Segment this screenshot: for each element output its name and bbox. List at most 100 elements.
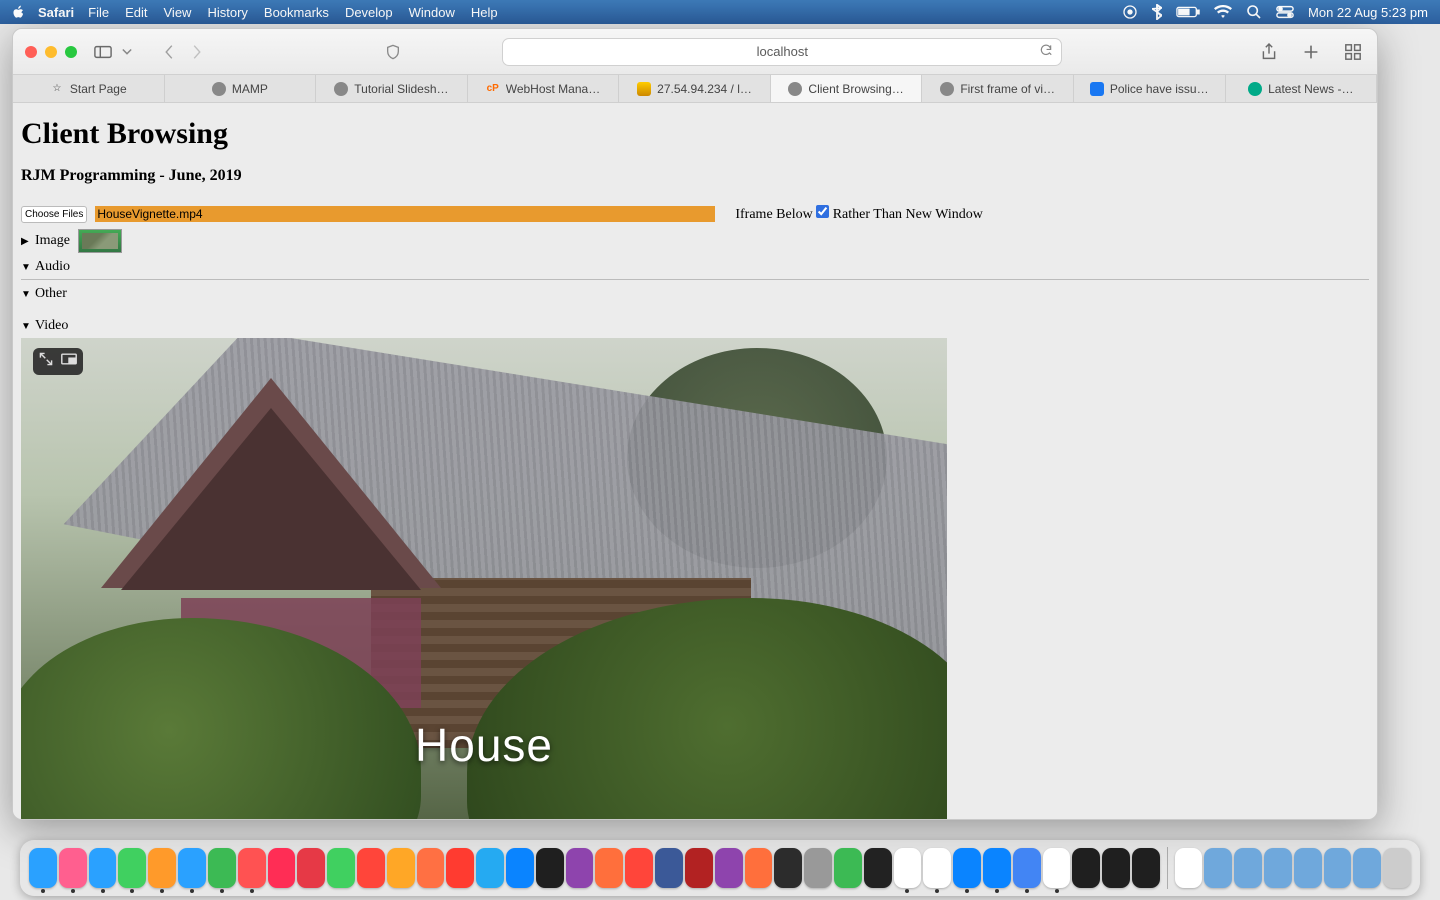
details-audio[interactable]: Audio bbox=[21, 259, 1369, 275]
tab-mamp[interactable]: MAMP bbox=[165, 75, 317, 102]
dock-app-9[interactable] bbox=[297, 848, 325, 888]
dock-app-17[interactable] bbox=[536, 848, 564, 888]
dock-app-10[interactable] bbox=[327, 848, 355, 888]
tab-groups-chevron-icon[interactable] bbox=[115, 40, 139, 64]
dock-app-41[interactable] bbox=[1234, 848, 1262, 888]
dock-app-2[interactable] bbox=[89, 848, 117, 888]
menu-bookmarks[interactable]: Bookmarks bbox=[264, 5, 329, 20]
reload-icon[interactable] bbox=[1039, 43, 1053, 60]
tab-phpmyadmin[interactable]: 27.54.94.234 / l… bbox=[619, 75, 771, 102]
dock-app-30[interactable] bbox=[923, 848, 951, 888]
dock-app-27[interactable] bbox=[834, 848, 862, 888]
tab-webhost[interactable]: cPWebHost Mana… bbox=[468, 75, 620, 102]
dock-app-22[interactable] bbox=[685, 848, 713, 888]
iframe-label-suffix: Rather Than New Window bbox=[829, 207, 983, 222]
dock-app-8[interactable] bbox=[268, 848, 296, 888]
tab-start-page[interactable]: ☆Start Page bbox=[13, 75, 165, 102]
facebook-icon bbox=[1090, 82, 1104, 96]
new-tab-icon[interactable] bbox=[1299, 40, 1323, 64]
dock-app-33[interactable] bbox=[1013, 848, 1041, 888]
app-name[interactable]: Safari bbox=[38, 5, 74, 20]
tab-first-frame[interactable]: First frame of vi… bbox=[922, 75, 1074, 102]
dock-app-28[interactable] bbox=[864, 848, 892, 888]
dock-app-16[interactable] bbox=[506, 848, 534, 888]
dock-app-37[interactable] bbox=[1132, 848, 1160, 888]
dock-app-40[interactable] bbox=[1204, 848, 1232, 888]
dock-app-36[interactable] bbox=[1102, 848, 1130, 888]
dock-app-7[interactable] bbox=[238, 848, 266, 888]
details-other[interactable]: Other bbox=[21, 286, 1369, 302]
dock-app-18[interactable] bbox=[566, 848, 594, 888]
dock-app-4[interactable] bbox=[148, 848, 176, 888]
zoom-window-button[interactable] bbox=[65, 46, 77, 58]
choose-files-button[interactable]: Choose Files bbox=[21, 206, 87, 223]
dock-app-15[interactable] bbox=[476, 848, 504, 888]
dock-app-31[interactable] bbox=[953, 848, 981, 888]
expand-icon[interactable] bbox=[39, 352, 53, 371]
minimize-window-button[interactable] bbox=[45, 46, 57, 58]
dock-app-20[interactable] bbox=[625, 848, 653, 888]
details-video[interactable]: Video bbox=[21, 318, 1369, 334]
menu-window[interactable]: Window bbox=[409, 5, 455, 20]
spotlight-icon[interactable] bbox=[1246, 4, 1262, 20]
control-center-icon[interactable] bbox=[1276, 5, 1294, 19]
dock-app-13[interactable] bbox=[417, 848, 445, 888]
dock-app-3[interactable] bbox=[118, 848, 146, 888]
tab-tutorial[interactable]: Tutorial Slidesh… bbox=[316, 75, 468, 102]
battery-icon[interactable] bbox=[1176, 6, 1200, 18]
dock-app-39[interactable] bbox=[1175, 848, 1203, 888]
video-player[interactable]: House 0:16 0:16 bbox=[21, 338, 947, 819]
dock-app-11[interactable] bbox=[357, 848, 385, 888]
dock-app-34[interactable] bbox=[1043, 848, 1071, 888]
globe-icon bbox=[788, 82, 802, 96]
forward-button[interactable] bbox=[185, 40, 209, 64]
dock-app-12[interactable] bbox=[387, 848, 415, 888]
bluetooth-icon[interactable] bbox=[1152, 4, 1162, 20]
section-label: Other bbox=[35, 286, 67, 302]
dock-app-45[interactable] bbox=[1353, 848, 1381, 888]
wifi-icon[interactable] bbox=[1214, 5, 1232, 19]
dock-app-42[interactable] bbox=[1264, 848, 1292, 888]
dock-app-35[interactable] bbox=[1072, 848, 1100, 888]
back-button[interactable] bbox=[157, 40, 181, 64]
tab-overview-icon[interactable] bbox=[1341, 40, 1365, 64]
menu-history[interactable]: History bbox=[207, 5, 247, 20]
menu-develop[interactable]: Develop bbox=[345, 5, 393, 20]
dock-app-29[interactable] bbox=[894, 848, 922, 888]
tab-client-browsing[interactable]: Client Browsing… bbox=[771, 75, 923, 102]
details-image[interactable]: Image bbox=[21, 229, 1369, 253]
dock-app-5[interactable] bbox=[178, 848, 206, 888]
pip-icon[interactable] bbox=[61, 352, 77, 371]
menu-edit[interactable]: Edit bbox=[125, 5, 147, 20]
section-label: Video bbox=[35, 318, 68, 334]
menu-file[interactable]: File bbox=[88, 5, 109, 20]
apple-menu-icon[interactable] bbox=[12, 5, 26, 19]
first-frame-thumbnail[interactable] bbox=[78, 229, 122, 253]
dock-app-26[interactable] bbox=[804, 848, 832, 888]
dock-app-23[interactable] bbox=[715, 848, 743, 888]
dock-app-43[interactable] bbox=[1294, 848, 1322, 888]
iframe-below-checkbox[interactable] bbox=[816, 205, 829, 218]
dock-app-21[interactable] bbox=[655, 848, 683, 888]
dock-app-46[interactable] bbox=[1383, 848, 1411, 888]
sidebar-toggle-icon[interactable] bbox=[91, 40, 115, 64]
dock-app-1[interactable] bbox=[59, 848, 87, 888]
dock-app-0[interactable] bbox=[29, 848, 57, 888]
dock-app-24[interactable] bbox=[745, 848, 773, 888]
menu-help[interactable]: Help bbox=[471, 5, 498, 20]
tab-police[interactable]: Police have issu… bbox=[1074, 75, 1226, 102]
dock-app-6[interactable] bbox=[208, 848, 236, 888]
dock-app-25[interactable] bbox=[774, 848, 802, 888]
dock-app-44[interactable] bbox=[1324, 848, 1352, 888]
privacy-report-icon[interactable] bbox=[381, 40, 405, 64]
screenrecord-icon[interactable] bbox=[1122, 4, 1138, 20]
clock[interactable]: Mon 22 Aug 5:23 pm bbox=[1308, 5, 1428, 20]
tab-latest-news[interactable]: Latest News -… bbox=[1226, 75, 1378, 102]
close-window-button[interactable] bbox=[25, 46, 37, 58]
dock-app-19[interactable] bbox=[595, 848, 623, 888]
dock-app-32[interactable] bbox=[983, 848, 1011, 888]
menu-view[interactable]: View bbox=[164, 5, 192, 20]
url-bar[interactable]: localhost bbox=[502, 38, 1062, 66]
share-icon[interactable] bbox=[1257, 40, 1281, 64]
dock-app-14[interactable] bbox=[446, 848, 474, 888]
